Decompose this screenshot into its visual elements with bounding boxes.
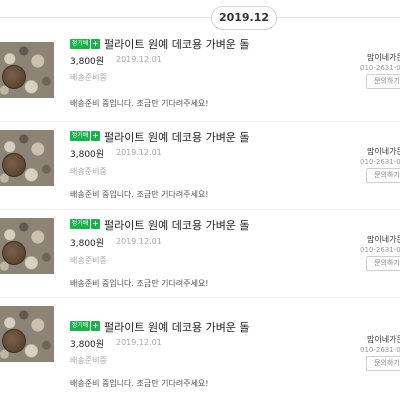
- subscription-badge: 정기배송: [70, 321, 90, 339]
- order-date: 2019.12.01: [116, 338, 162, 347]
- product-price: 3,800원: [70, 57, 105, 67]
- plus-badge: +: [91, 219, 100, 229]
- delivery-message: 배송준비 중입니다. 조금만 기다려주세요!: [70, 279, 209, 288]
- delivery-status: 배송준비중: [70, 73, 107, 82]
- seller-name[interactable]: 맘이네가든: [367, 334, 400, 345]
- seller-phone: 010-2631-020: [360, 246, 400, 254]
- product-thumbnail[interactable]: [0, 218, 54, 274]
- product-thumbnail[interactable]: [0, 130, 54, 186]
- product-title[interactable]: 펄라이트 원예 데코용 가벼운 돌: [104, 319, 250, 335]
- delivery-status: 배송준비중: [70, 356, 107, 365]
- delivery-message: 배송준비 중입니다. 조금만 기다려주세요!: [70, 190, 209, 199]
- seller-phone: 010-2631-020: [360, 158, 400, 166]
- delivery-message: 배송준비 중입니다. 조금만 기다려주세요!: [70, 99, 209, 108]
- inquiry-button[interactable]: 문의하기: [366, 168, 400, 183]
- delivery-status: 배송준비중: [70, 256, 107, 265]
- plus-badge: +: [91, 131, 100, 141]
- product-title[interactable]: 펄라이트 원예 데코용 가벼운 돌: [104, 36, 250, 52]
- date-divider: [0, 17, 400, 18]
- subscription-badge: 정기배송: [70, 39, 90, 57]
- order-date: 2019.12.01: [116, 148, 162, 157]
- seller-name[interactable]: 맘이네가든: [367, 234, 400, 245]
- product-thumbnail[interactable]: [0, 42, 54, 98]
- seller-name[interactable]: 맘이네가든: [367, 52, 400, 63]
- seller-phone: 010-2631-020: [360, 64, 400, 72]
- product-image-disc: [2, 329, 26, 353]
- delivery-message: 배송준비 중입니다. 조금만 기다려주세요!: [70, 379, 209, 388]
- plus-badge: +: [91, 321, 100, 331]
- product-image-disc: [2, 153, 26, 177]
- product-price: 3,800원: [70, 150, 105, 160]
- subscription-badge: 정기배송: [70, 131, 90, 149]
- inquiry-button[interactable]: 문의하기: [366, 256, 400, 271]
- seller-phone: 010-2631-020: [360, 346, 400, 354]
- product-title[interactable]: 펄라이트 원예 데코용 가벼운 돌: [104, 217, 250, 233]
- order-item[interactable]: 정기배송 + 펄라이트 원예 데코용 가벼운 돌 3,800원 2019.12.…: [0, 34, 400, 122]
- product-price: 3,800원: [70, 239, 105, 249]
- order-item[interactable]: 정기배송 + 펄라이트 원예 데코용 가벼운 돌 3,800원 2019.12.…: [0, 298, 400, 388]
- order-date: 2019.12.01: [116, 55, 162, 64]
- product-image-disc: [2, 241, 26, 265]
- product-title[interactable]: 펄라이트 원예 데코용 가벼운 돌: [104, 129, 250, 145]
- product-thumbnail[interactable]: [0, 306, 54, 362]
- inquiry-button[interactable]: 문의하기: [366, 356, 400, 371]
- plus-badge: +: [91, 39, 100, 49]
- product-image-disc: [2, 65, 26, 89]
- order-date: 2019.12.01: [116, 237, 162, 246]
- order-item[interactable]: 정기배송 + 펄라이트 원예 데코용 가벼운 돌 3,800원 2019.12.…: [0, 122, 400, 210]
- order-item[interactable]: 정기배송 + 펄라이트 원예 데코용 가벼운 돌 3,800원 2019.12.…: [0, 210, 400, 298]
- seller-name[interactable]: 맘이네가든: [367, 146, 400, 157]
- product-price: 3,800원: [70, 340, 105, 350]
- month-label: 2019.12: [211, 6, 277, 30]
- delivery-status: 배송준비중: [70, 167, 107, 176]
- subscription-badge: 정기배송: [70, 219, 90, 237]
- inquiry-button[interactable]: 문의하기: [366, 74, 400, 89]
